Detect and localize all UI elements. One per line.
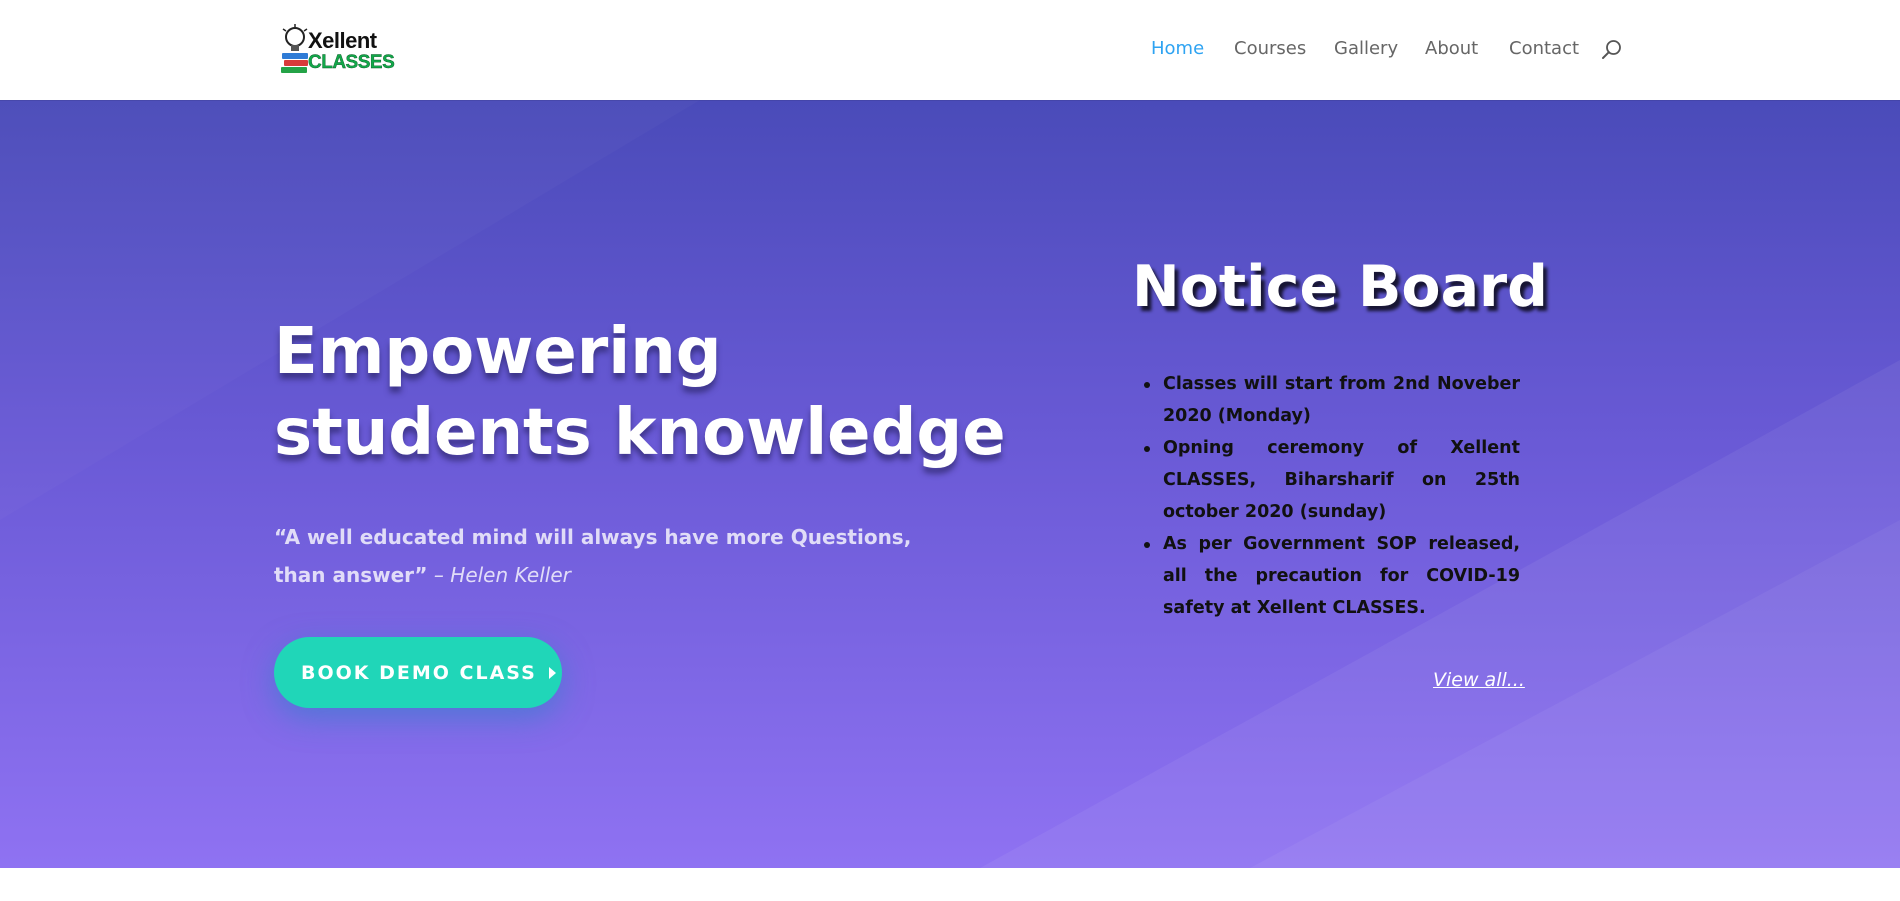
quote-text: “A well educated mind will always have m… xyxy=(274,525,912,587)
hero-headline: Empowering students knowledge xyxy=(274,312,1006,474)
site-header: Xellent CLASSES Home Courses Gallery Abo… xyxy=(0,0,1900,100)
nav-courses[interactable]: Courses xyxy=(1234,38,1306,59)
notice-item-text: Opning ceremony of Xellent CLASSES, Biha… xyxy=(1163,438,1520,522)
logo-text-classes: CLASSES xyxy=(308,52,395,73)
nav-home[interactable]: Home xyxy=(1151,38,1204,59)
bullet-icon xyxy=(1144,446,1150,452)
nav-contact[interactable]: Contact xyxy=(1509,38,1579,59)
notice-item: Opning ceremony of Xellent CLASSES, Biha… xyxy=(1144,432,1520,528)
notice-list: Classes will start from 2nd Noveber 2020… xyxy=(1144,368,1520,624)
hero-quote: “A well educated mind will always have m… xyxy=(274,518,914,594)
bullet-icon xyxy=(1144,382,1150,388)
book-demo-class-label: BOOK DEMO CLASS xyxy=(301,662,537,684)
bullet-icon xyxy=(1144,542,1150,548)
hero-headline-line1: Empowering xyxy=(274,315,722,389)
hero-section: Empowering students knowledge “A well ed… xyxy=(0,100,1900,868)
site-logo[interactable]: Xellent CLASSES xyxy=(280,24,398,78)
notice-item-text: As per Government SOP released, all the … xyxy=(1163,534,1520,618)
lightbulb-books-icon xyxy=(281,24,308,73)
quote-author: – Helen Keller xyxy=(427,563,571,587)
notice-item: As per Government SOP released, all the … xyxy=(1144,528,1520,624)
book-demo-class-button[interactable]: BOOK DEMO CLASS xyxy=(274,637,562,708)
page: Xellent CLASSES Home Courses Gallery Abo… xyxy=(0,0,1900,901)
notice-board-title: Notice Board xyxy=(1132,254,1548,320)
view-all-link[interactable]: View all... xyxy=(1433,669,1525,691)
notice-item-text: Classes will start from 2nd Noveber 2020… xyxy=(1163,374,1520,426)
arrow-right-icon xyxy=(548,667,556,679)
logo-text-xellent: Xellent xyxy=(308,28,377,53)
search-icon[interactable] xyxy=(1600,38,1624,62)
hero-headline-line2: students knowledge xyxy=(274,396,1006,470)
notice-item: Classes will start from 2nd Noveber 2020… xyxy=(1144,368,1520,432)
nav-gallery[interactable]: Gallery xyxy=(1334,38,1398,59)
nav-about[interactable]: About xyxy=(1425,38,1478,59)
hero-background-shapes xyxy=(980,360,1900,868)
